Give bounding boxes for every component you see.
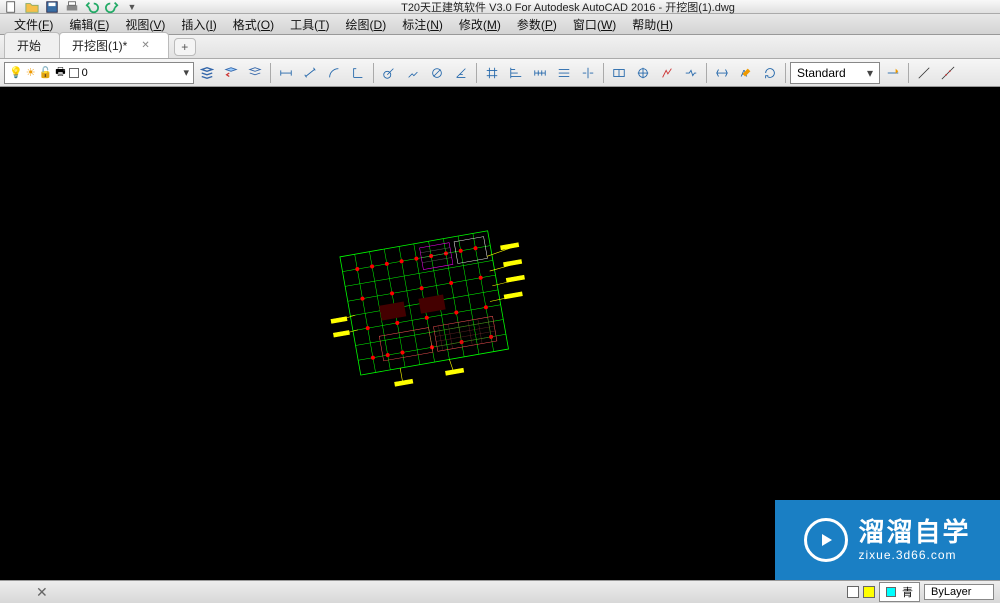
- app-title: T20天正建筑软件 V3.0 For Autodesk AutoCAD 2016…: [140, 0, 996, 15]
- dim-continue-icon[interactable]: [529, 62, 551, 84]
- color-dropdown[interactable]: 青: [879, 582, 920, 602]
- chevron-down-icon: ▾: [867, 66, 873, 80]
- watermark-banner: 溜溜自学 zixue.3d66.com: [775, 500, 1000, 580]
- dim-linear-icon[interactable]: [275, 62, 297, 84]
- tolerance-icon[interactable]: [608, 62, 630, 84]
- menu-window[interactable]: 窗口(W): [565, 14, 624, 35]
- layer-states-icon[interactable]: [244, 62, 266, 84]
- status-props: 青 ByLayer: [847, 582, 994, 602]
- layer-manager-icon[interactable]: [196, 62, 218, 84]
- menu-insert[interactable]: 插入(I): [173, 14, 224, 35]
- quickdim-icon[interactable]: [481, 62, 503, 84]
- dimstyle-dropdown[interactable]: Standard ▾: [790, 62, 880, 84]
- dim-baseline-icon[interactable]: [505, 62, 527, 84]
- separator: [603, 63, 604, 83]
- tab-drawing[interactable]: 开挖图(1)* ✕: [59, 32, 169, 58]
- undo-icon[interactable]: [84, 1, 100, 13]
- center-mark-icon[interactable]: [632, 62, 654, 84]
- new-icon[interactable]: [4, 1, 20, 13]
- dim-ordinate-icon[interactable]: [347, 62, 369, 84]
- dim-diameter-icon[interactable]: [426, 62, 448, 84]
- layer-previous-icon[interactable]: [220, 62, 242, 84]
- menu-param[interactable]: 参数(P): [509, 14, 565, 35]
- dim-space-icon[interactable]: [553, 62, 575, 84]
- separator: [270, 63, 271, 83]
- color-label: 青: [902, 584, 913, 600]
- redo-icon[interactable]: [104, 1, 120, 13]
- separator: [373, 63, 374, 83]
- separator: [476, 63, 477, 83]
- close-crosshair-icon[interactable]: ✕: [36, 584, 48, 601]
- watermark-title: 溜溜自学: [858, 517, 970, 548]
- tab-label: 开挖图(1)*: [72, 37, 127, 54]
- watermark-url: zixue.3d66.com: [858, 548, 970, 562]
- dim-edit-icon[interactable]: [711, 62, 733, 84]
- linetype-label: ByLayer: [931, 586, 971, 598]
- dim-tedit-icon[interactable]: A: [735, 62, 757, 84]
- separator: [706, 63, 707, 83]
- save-icon[interactable]: [44, 1, 60, 13]
- separator: [785, 63, 786, 83]
- menu-help[interactable]: 帮助(H): [624, 14, 681, 35]
- layer-dropdown[interactable]: 💡 ☀ 🔓 🖶 0 ▾: [4, 62, 194, 84]
- statusbar: ✕ 青 ByLayer: [0, 580, 1000, 603]
- menu-format[interactable]: 格式(O): [225, 14, 282, 35]
- tab-label: 开始: [17, 37, 41, 54]
- open-icon[interactable]: [24, 1, 40, 13]
- color-swatch-cyan: [886, 587, 896, 597]
- dim-update-icon[interactable]: [759, 62, 781, 84]
- menu-draw[interactable]: 绘图(D): [338, 14, 395, 35]
- color-swatch-white[interactable]: [847, 586, 859, 598]
- play-icon: [804, 518, 848, 562]
- color-swatch-yellow[interactable]: [863, 586, 875, 598]
- dimstyle-name: Standard: [797, 66, 846, 80]
- dimstyle-manager-icon[interactable]: [882, 62, 904, 84]
- quick-access-toolbar: ▼: [4, 1, 140, 13]
- dim-arc-icon[interactable]: [323, 62, 345, 84]
- properties-toolbar: 💡 ☀ 🔓 🖶 0 ▾ A Standard ▾: [0, 59, 1000, 87]
- qat-dropdown-icon[interactable]: ▼: [124, 1, 140, 13]
- drawing-content: [318, 211, 543, 403]
- titlebar: ▼ T20天正建筑软件 V3.0 For Autodesk AutoCAD 20…: [0, 0, 1000, 14]
- jog-line-icon[interactable]: [680, 62, 702, 84]
- dim-aligned-icon[interactable]: [299, 62, 321, 84]
- layer-name: 0: [82, 67, 88, 79]
- dim-radius-icon[interactable]: [378, 62, 400, 84]
- line-icon[interactable]: [913, 62, 935, 84]
- print-icon[interactable]: [64, 1, 80, 13]
- dim-break-icon[interactable]: [577, 62, 599, 84]
- menu-tools[interactable]: 工具(T): [282, 14, 337, 35]
- close-icon[interactable]: ✕: [141, 40, 149, 51]
- separator: [908, 63, 909, 83]
- new-tab-button[interactable]: +: [174, 38, 196, 56]
- layer-color-swatch: [69, 68, 79, 78]
- xline-icon[interactable]: [937, 62, 959, 84]
- linetype-dropdown[interactable]: ByLayer: [924, 584, 994, 600]
- sun-icon: ☀: [26, 66, 36, 79]
- dim-jogged-icon[interactable]: [402, 62, 424, 84]
- document-tabbar: 开始 开挖图(1)* ✕ +: [0, 35, 1000, 59]
- inspection-icon[interactable]: [656, 62, 678, 84]
- watermark-text: 溜溜自学 zixue.3d66.com: [858, 517, 970, 563]
- menu-dim[interactable]: 标注(N): [394, 14, 451, 35]
- bulb-icon: 💡: [9, 66, 23, 79]
- menu-modify[interactable]: 修改(M): [451, 14, 509, 35]
- dim-angular-icon[interactable]: [450, 62, 472, 84]
- tab-start[interactable]: 开始: [4, 32, 60, 58]
- lock-icon: 🔓: [39, 66, 53, 79]
- plot-icon: 🖶: [55, 63, 65, 82]
- chevron-down-icon: ▾: [183, 66, 189, 79]
